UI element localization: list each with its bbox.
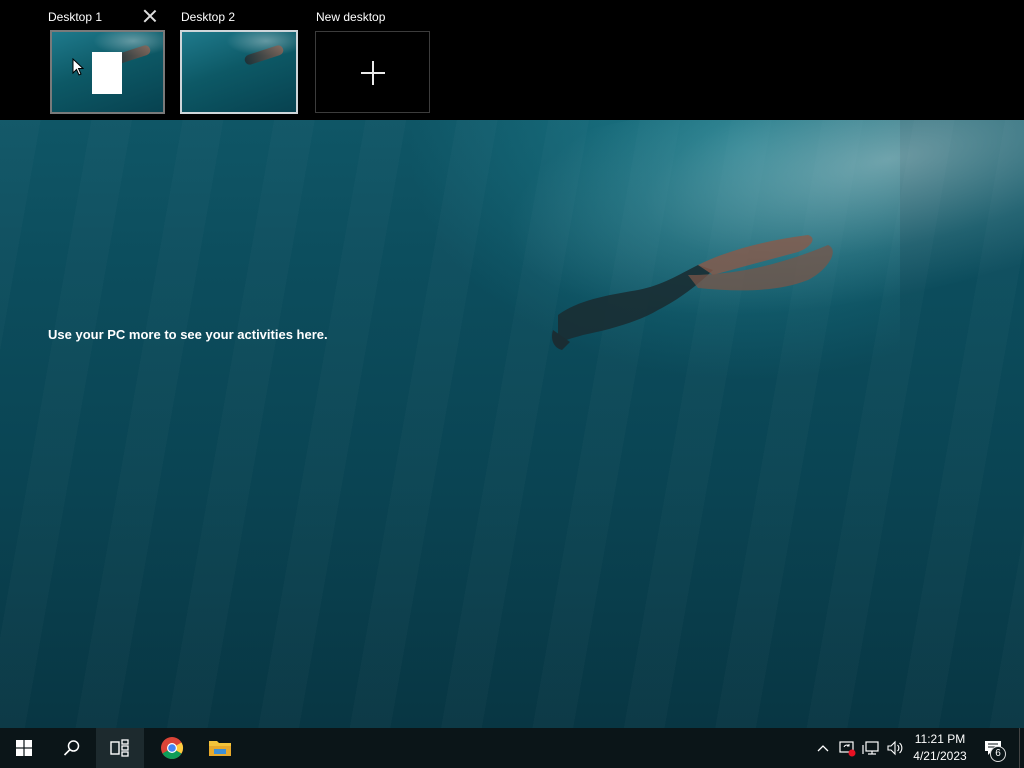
- notification-count-badge: 6: [990, 746, 1006, 762]
- task-view-button[interactable]: [96, 728, 144, 768]
- chevron-up-icon: [817, 745, 829, 752]
- desktop-1-label: Desktop 1: [48, 10, 103, 24]
- activity-message: Use your PC more to see your activities …: [48, 327, 328, 342]
- clock-time: 11:21 PM: [914, 732, 966, 746]
- show-desktop-button[interactable]: [1019, 728, 1024, 768]
- task-view-icon: [110, 739, 129, 757]
- clock[interactable]: 11:21 PM 4/21/2023: [905, 728, 975, 768]
- start-button[interactable]: [0, 728, 48, 768]
- sync-warning-icon: [839, 741, 856, 757]
- desktop-1-thumbnail[interactable]: [50, 30, 165, 114]
- volume-button[interactable]: [884, 728, 906, 768]
- desktop-2-label: Desktop 2: [181, 10, 236, 24]
- window-thumbnail: [92, 52, 122, 94]
- search-icon: [63, 740, 80, 756]
- clock-date: 4/21/2023: [913, 749, 967, 763]
- taskbar: 11:21 PM 4/21/2023 6: [0, 728, 1024, 768]
- desktop-wallpaper: Use your PC more to see your activities …: [0, 120, 1024, 728]
- desktop-2-thumbnail[interactable]: [180, 30, 298, 114]
- show-hidden-icons-button[interactable]: [814, 728, 832, 768]
- virtual-desktops-bar: Desktop 1 Desktop 2 New desktop: [0, 0, 1024, 120]
- new-desktop-label: New desktop: [316, 10, 386, 24]
- plus-icon: [361, 61, 385, 85]
- new-desktop-button[interactable]: [315, 31, 430, 113]
- diver-image: [552, 235, 833, 350]
- folder-icon: [209, 741, 231, 756]
- network-button[interactable]: [860, 728, 882, 768]
- network-icon: [862, 741, 879, 755]
- tray-sync-button[interactable]: [836, 728, 858, 768]
- chrome-icon: [161, 737, 183, 759]
- mouse-cursor-icon: [72, 58, 84, 76]
- file-explorer-button[interactable]: [196, 728, 244, 768]
- search-button[interactable]: [48, 728, 96, 768]
- close-desktop-1-icon[interactable]: [142, 8, 158, 24]
- speaker-icon: [887, 740, 903, 756]
- chrome-button[interactable]: [148, 728, 196, 768]
- windows-logo-icon: [16, 740, 32, 756]
